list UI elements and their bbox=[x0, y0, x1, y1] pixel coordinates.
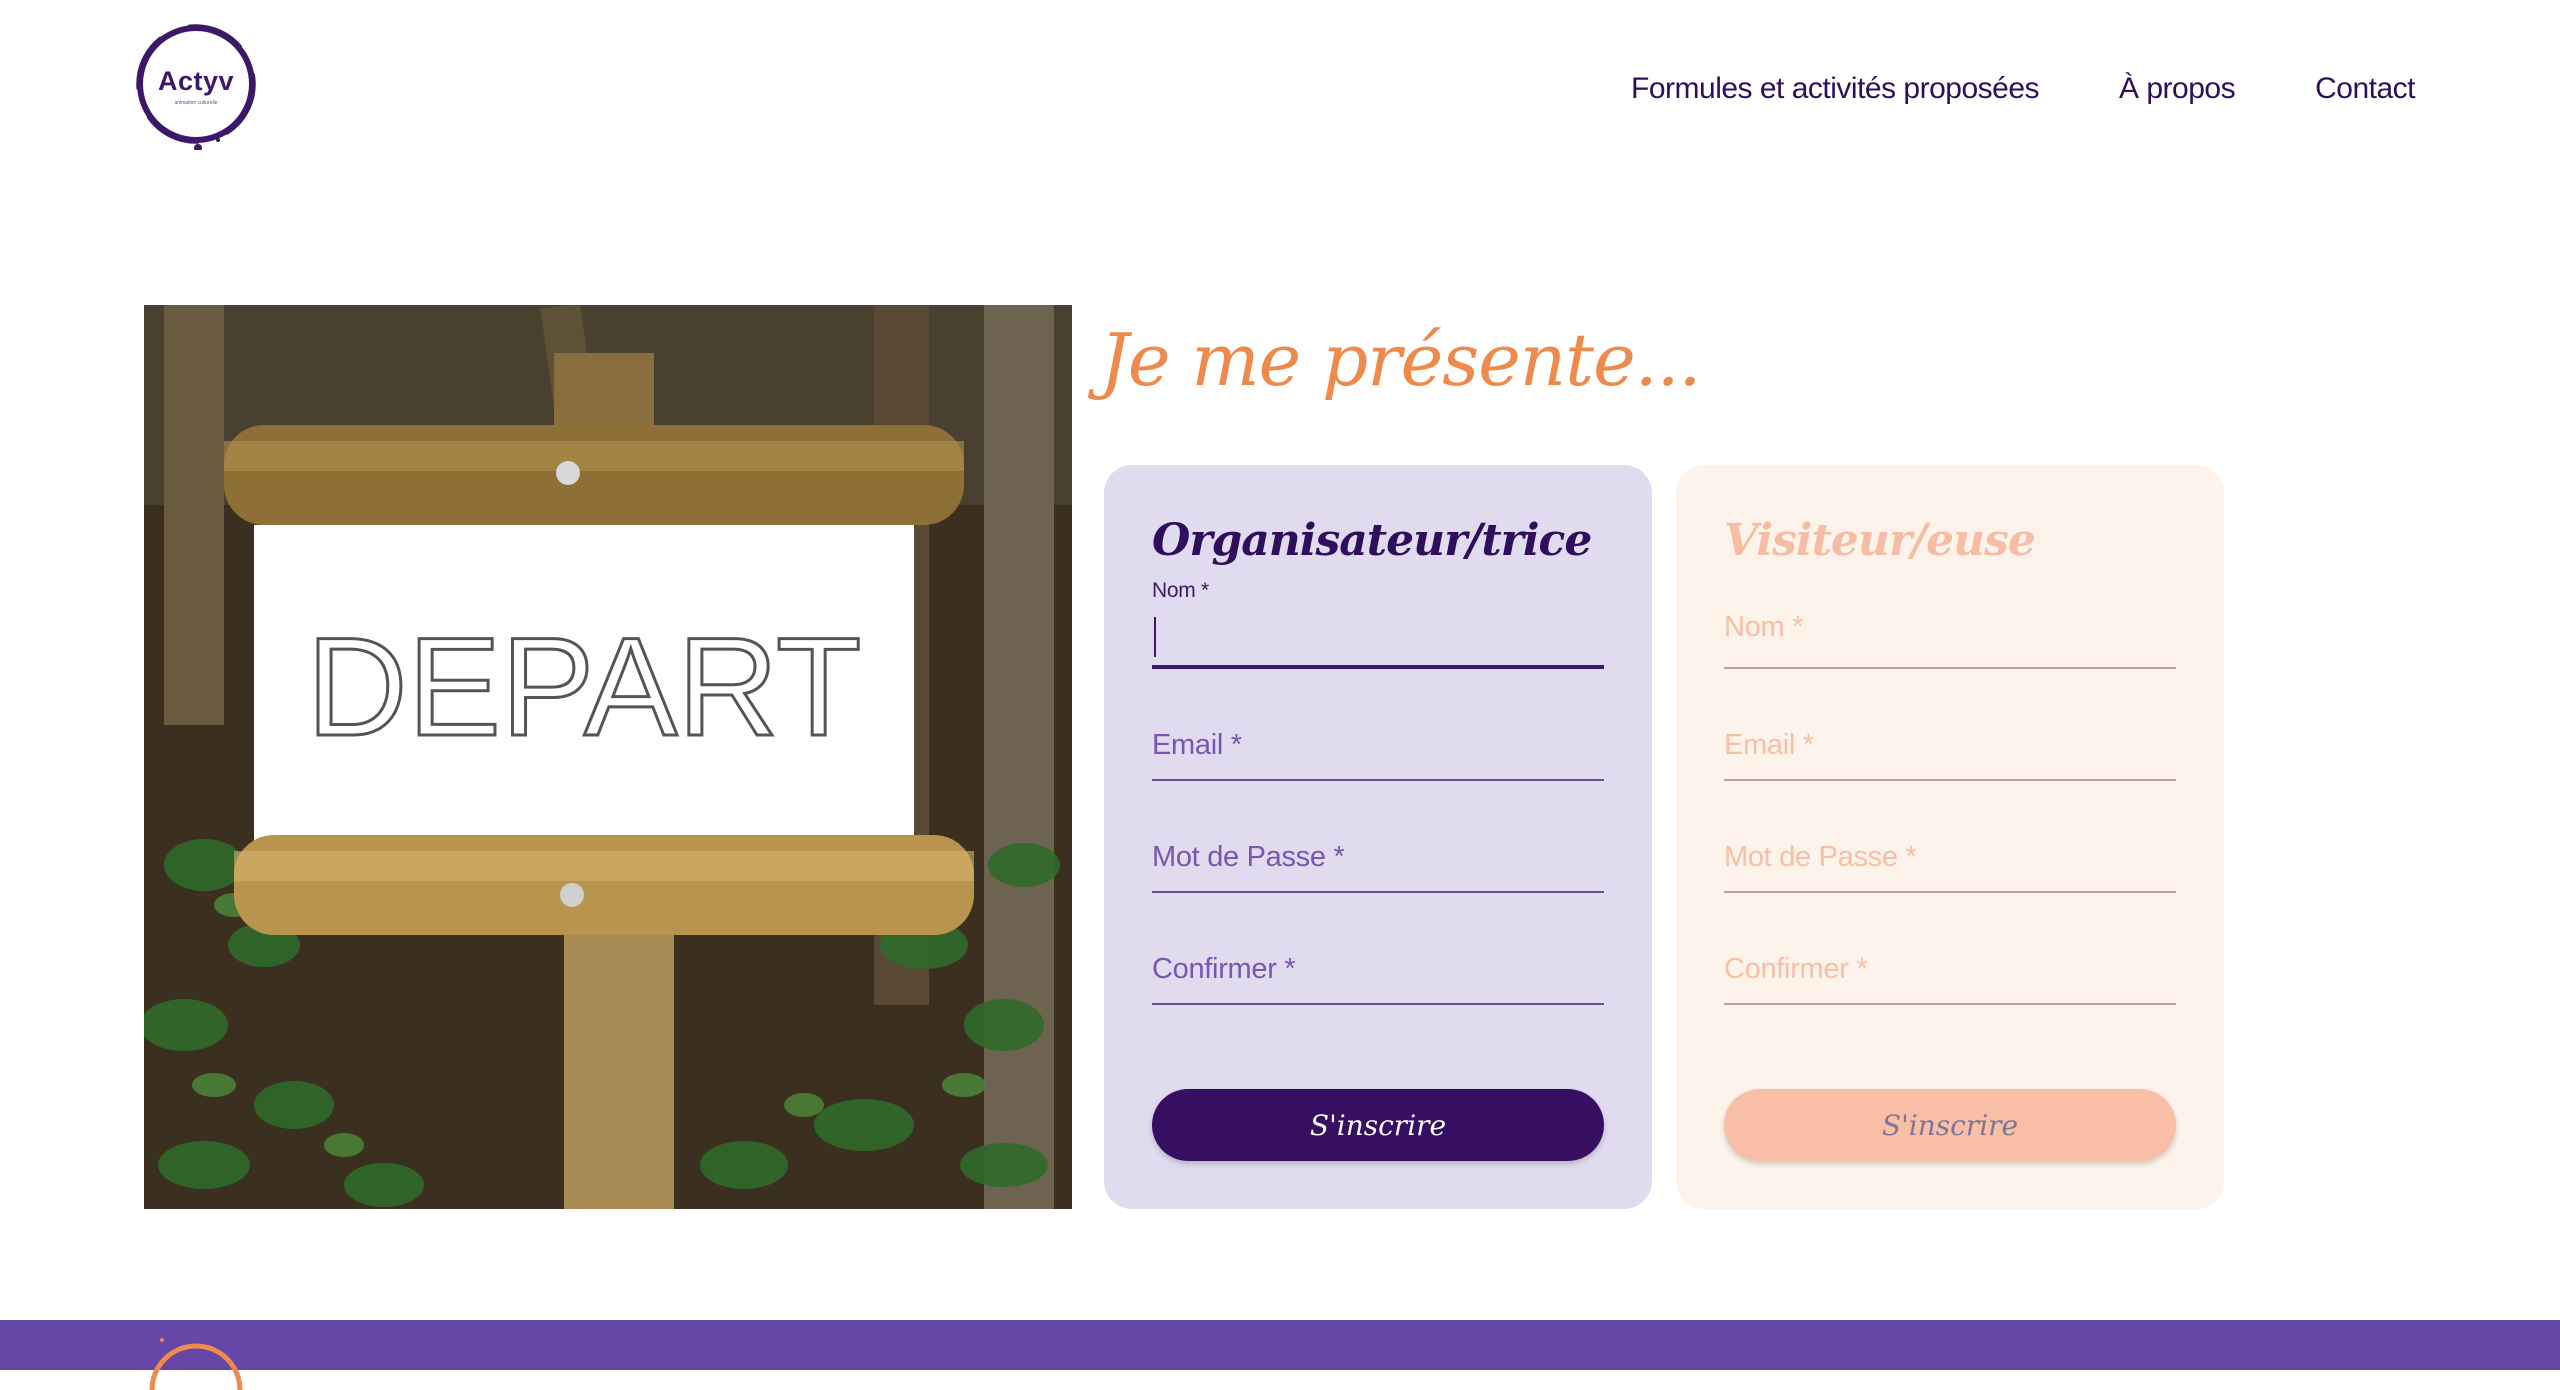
visitor-name-label: Nom * bbox=[1724, 611, 1804, 643]
visitor-signup-button[interactable]: S'inscrire bbox=[1724, 1089, 2176, 1161]
field-underline bbox=[1724, 667, 2176, 669]
logo-text: Actyv bbox=[157, 66, 235, 96]
field-underline bbox=[1152, 665, 1604, 669]
page-heading: Je me présente... bbox=[1100, 318, 1701, 402]
text-caret bbox=[1154, 617, 1156, 657]
organizer-confirm-label: Confirmer * bbox=[1152, 953, 1296, 985]
field-underline bbox=[1152, 891, 1604, 893]
visitor-email-label: Email * bbox=[1724, 729, 1814, 761]
visitor-confirm-field[interactable]: Confirmer * bbox=[1724, 913, 2176, 1025]
organizer-password-label: Mot de Passe * bbox=[1152, 841, 1345, 873]
organizer-card-title: Organisateur/trice bbox=[1152, 515, 1592, 566]
organizer-name-field[interactable]: Nom * bbox=[1152, 577, 1604, 689]
site-logo[interactable]: Actyv animation culturelle bbox=[134, 22, 258, 150]
footer bbox=[0, 1320, 2560, 1390]
visitor-password-field[interactable]: Mot de Passe * bbox=[1724, 801, 2176, 913]
sign-text: DEPART bbox=[307, 608, 862, 765]
organizer-signup-card: Organisateur/trice Nom * Email * Mot de … bbox=[1104, 465, 1652, 1209]
field-underline bbox=[1152, 779, 1604, 781]
nav-link-formules[interactable]: Formules et activités proposées bbox=[1631, 72, 2040, 106]
nav-link-a-propos[interactable]: À propos bbox=[2119, 72, 2236, 106]
organizer-email-field[interactable]: Email * bbox=[1152, 689, 1604, 801]
organizer-password-field[interactable]: Mot de Passe * bbox=[1152, 801, 1604, 913]
main-nav: Formules et activités proposées À propos… bbox=[1631, 72, 2415, 106]
logo-subtext: animation culturelle bbox=[174, 100, 218, 106]
nav-link-contact[interactable]: Contact bbox=[2315, 72, 2415, 106]
organizer-confirm-field[interactable]: Confirmer * bbox=[1152, 913, 1604, 1025]
organizer-email-label: Email * bbox=[1152, 729, 1242, 761]
depart-sign-photo: DEPART bbox=[144, 305, 1072, 1209]
field-underline bbox=[1724, 891, 2176, 893]
footer-logo-icon[interactable] bbox=[148, 1330, 258, 1390]
organizer-signup-button[interactable]: S'inscrire bbox=[1152, 1089, 1604, 1161]
field-underline bbox=[1724, 1003, 2176, 1005]
visitor-card-title: Visiteur/euse bbox=[1724, 515, 2036, 566]
organizer-name-label: Nom * bbox=[1152, 579, 1209, 602]
visitor-name-field[interactable]: Nom * bbox=[1724, 577, 2176, 689]
field-underline bbox=[1152, 1003, 1604, 1005]
visitor-password-label: Mot de Passe * bbox=[1724, 841, 1917, 873]
field-underline bbox=[1724, 779, 2176, 781]
visitor-confirm-label: Confirmer * bbox=[1724, 953, 1868, 985]
visitor-email-field[interactable]: Email * bbox=[1724, 689, 2176, 801]
visitor-signup-card: Visiteur/euse Nom * Email * Mot de Passe… bbox=[1676, 465, 2224, 1209]
